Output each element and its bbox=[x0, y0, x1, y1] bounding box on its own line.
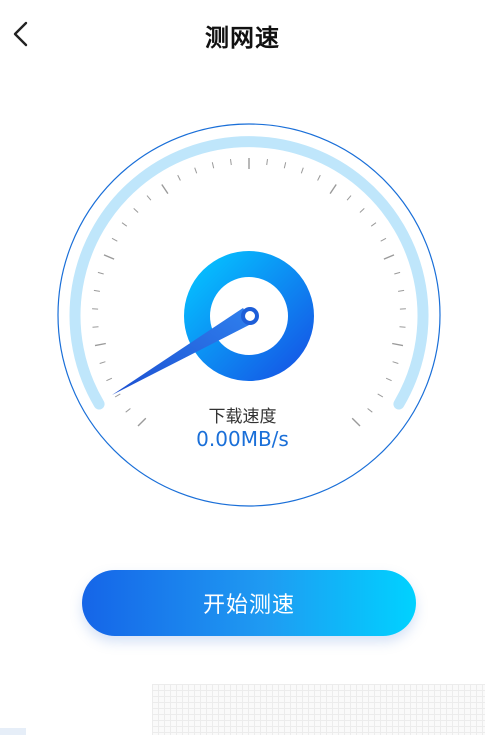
gauge-tick bbox=[383, 254, 395, 260]
gauge-tick bbox=[111, 237, 118, 242]
gauge-tick bbox=[177, 174, 181, 181]
gauge-tick bbox=[97, 271, 104, 275]
header: 测网速 bbox=[0, 0, 485, 72]
gauge-tick bbox=[392, 342, 404, 347]
gauge-tick bbox=[359, 208, 365, 213]
gauge-tick bbox=[380, 237, 387, 242]
gauge-tick bbox=[346, 195, 352, 201]
gauge-tick bbox=[146, 195, 152, 201]
gauge-tick bbox=[283, 162, 287, 169]
download-speed-label: 下载速度 bbox=[208, 407, 277, 427]
gauge-tick bbox=[394, 271, 401, 275]
gauge-tick bbox=[370, 222, 377, 227]
gauge-tick bbox=[94, 342, 106, 347]
gauge-tick bbox=[103, 254, 115, 260]
gauge-graphic bbox=[57, 123, 441, 507]
gauge-needle-pivot-center bbox=[245, 311, 255, 321]
speed-gauge bbox=[0, 110, 485, 520]
gauge-tick bbox=[385, 377, 392, 382]
gauge-tick bbox=[329, 184, 337, 194]
gauge-tick bbox=[121, 222, 128, 227]
gauge-ticks bbox=[92, 158, 406, 427]
gauge-tick bbox=[161, 184, 169, 194]
speed-test-screen: 测网速 下载速度 0.00MB/s 开始测速 bbox=[0, 0, 485, 735]
gauge-tick bbox=[106, 377, 113, 382]
gauge-tick bbox=[300, 167, 304, 174]
gauge-tick bbox=[93, 289, 100, 292]
page-title: 测网速 bbox=[205, 24, 280, 52]
gauge-tick bbox=[398, 289, 405, 292]
gauge-tick bbox=[211, 162, 215, 169]
gauge-tick bbox=[392, 361, 399, 364]
download-speed-value: 0.00MB/s bbox=[196, 427, 289, 451]
gauge-tick bbox=[92, 326, 99, 328]
bottom-pattern bbox=[152, 684, 485, 735]
gauge-tick bbox=[399, 326, 406, 328]
bottom-corner-decoration bbox=[0, 728, 26, 735]
gauge-tick bbox=[114, 393, 121, 398]
gauge-tick bbox=[266, 159, 268, 166]
start-test-label: 开始测速 bbox=[202, 593, 295, 618]
gauge-tick bbox=[194, 167, 198, 174]
gauge-tick bbox=[99, 361, 106, 364]
gauge-tick bbox=[377, 393, 384, 398]
start-test-button[interactable]: 开始测速 bbox=[82, 570, 416, 636]
gauge-tick bbox=[133, 208, 139, 213]
gauge-tick bbox=[230, 159, 232, 166]
gauge-tick bbox=[317, 174, 321, 181]
